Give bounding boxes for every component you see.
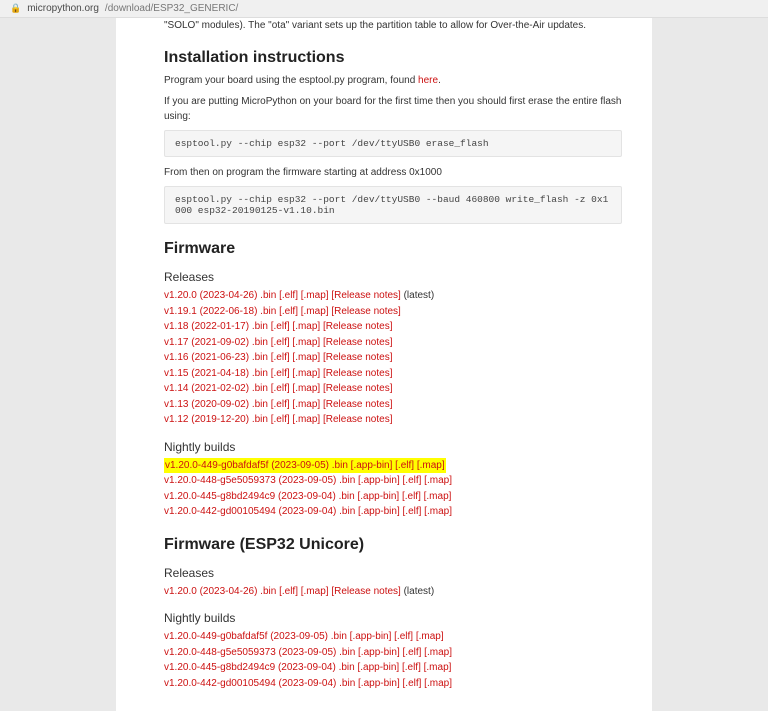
firmware-unicore-nightly-list: v1.20.0-449-g0bafdaf5f (2023-09-05) .bin… bbox=[164, 629, 622, 691]
release-notes-link[interactable]: [Release notes] bbox=[331, 306, 401, 317]
release-line: v1.19.1 (2022-06-18) .bin [.elf] [.map] … bbox=[164, 304, 622, 320]
nightly-line: v1.20.0-442-gd00105494 (2023-09-04) .bin… bbox=[164, 504, 622, 520]
release-line: v1.20.0 (2023-04-26) .bin [.elf] [.map] … bbox=[164, 584, 622, 600]
release-line: v1.14 (2021-02-02) .bin [.elf] [.map] [R… bbox=[164, 381, 622, 397]
release-bin-link[interactable]: v1.20.0 (2023-04-26) .bin bbox=[164, 586, 276, 597]
erase-flash-cmd: esptool.py --chip esp32 --port /dev/ttyU… bbox=[164, 130, 622, 157]
release-bin-link[interactable]: v1.14 (2021-02-02) .bin bbox=[164, 383, 268, 394]
releases-label: Releases bbox=[164, 270, 622, 284]
release-extra-links[interactable]: [.elf] [.map] bbox=[268, 352, 323, 363]
nightly-line: v1.20.0-448-g5e5059373 (2023-09-05) .bin… bbox=[164, 645, 622, 661]
release-line: v1.18 (2022-01-17) .bin [.elf] [.map] [R… bbox=[164, 319, 622, 335]
nightly-line: v1.20.0-445-g8bd2494c9 (2023-09-04) .bin… bbox=[164, 660, 622, 676]
release-extra-links[interactable]: [.elf] [.map] bbox=[276, 306, 331, 317]
firmware-heading: Firmware bbox=[164, 240, 622, 258]
install-heading: Installation instructions bbox=[164, 49, 622, 67]
nightly-label-unicore: Nightly builds bbox=[164, 611, 622, 625]
nightly-line: v1.20.0-445-g8bd2494c9 (2023-09-04) .bin… bbox=[164, 489, 622, 505]
release-bin-link[interactable]: v1.17 (2021-09-02) .bin bbox=[164, 337, 268, 348]
release-notes-link[interactable]: [Release notes] bbox=[323, 321, 393, 332]
here-link[interactable]: here bbox=[418, 75, 438, 86]
nightly-label: Nightly builds bbox=[164, 440, 622, 454]
content: "SOLO" modules). The "ota" variant sets … bbox=[136, 18, 632, 691]
release-extra-links[interactable]: [.elf] [.map] bbox=[268, 383, 323, 394]
release-line: v1.20.0 (2023-04-26) .bin [.elf] [.map] … bbox=[164, 288, 622, 304]
nightly-line: v1.20.0-449-g0bafdaf5f (2023-09-05) .bin… bbox=[164, 629, 622, 645]
nightly-link[interactable]: v1.20.0-448-g5e5059373 (2023-09-05) .bin… bbox=[164, 647, 452, 658]
release-notes-link[interactable]: [Release notes] bbox=[323, 383, 393, 394]
release-notes-link[interactable]: [Release notes] bbox=[323, 414, 393, 425]
install-line1-post: . bbox=[438, 75, 441, 86]
nightly-link[interactable]: v1.20.0-442-gd00105494 (2023-09-04) .bin… bbox=[164, 678, 452, 689]
lock-icon: 🔒 bbox=[10, 3, 21, 14]
install-line2: If you are putting MicroPython on your b… bbox=[164, 94, 622, 124]
nightly-link[interactable]: v1.20.0-449-g0bafdaf5f (2023-09-05) .bin… bbox=[165, 460, 445, 471]
release-extra-links[interactable]: [.elf] [.map] bbox=[268, 414, 323, 425]
release-line: v1.15 (2021-04-18) .bin [.elf] [.map] [R… bbox=[164, 366, 622, 382]
intro-tail: "SOLO" modules). The "ota" variant sets … bbox=[164, 18, 622, 33]
release-extra-links[interactable]: [.elf] [.map] bbox=[276, 586, 331, 597]
release-notes-link[interactable]: [Release notes] bbox=[323, 352, 393, 363]
nightly-link[interactable]: v1.20.0-449-g0bafdaf5f (2023-09-05) .bin… bbox=[164, 631, 444, 642]
firmware-unicore-heading: Firmware (ESP32 Unicore) bbox=[164, 536, 622, 554]
release-bin-link[interactable]: v1.13 (2020-09-02) .bin bbox=[164, 399, 268, 410]
release-line: v1.13 (2020-09-02) .bin [.elf] [.map] [R… bbox=[164, 397, 622, 413]
page-container: "SOLO" modules). The "ota" variant sets … bbox=[116, 18, 652, 711]
release-bin-link[interactable]: v1.15 (2021-04-18) .bin bbox=[164, 368, 268, 379]
release-line: v1.17 (2021-09-02) .bin [.elf] [.map] [R… bbox=[164, 335, 622, 351]
nightly-line: v1.20.0-448-g5e5059373 (2023-09-05) .bin… bbox=[164, 473, 622, 489]
release-bin-link[interactable]: v1.18 (2022-01-17) .bin bbox=[164, 321, 268, 332]
url-bar: 🔒 micropython.org/download/ESP32_GENERIC… bbox=[0, 0, 768, 18]
release-extra-links[interactable]: [.elf] [.map] bbox=[268, 368, 323, 379]
release-line: v1.16 (2021-06-23) .bin [.elf] [.map] [R… bbox=[164, 350, 622, 366]
release-extra-links[interactable]: [.elf] [.map] bbox=[268, 337, 323, 348]
firmware-releases-list: v1.20.0 (2023-04-26) .bin [.elf] [.map] … bbox=[164, 288, 622, 428]
release-bin-link[interactable]: v1.12 (2019-12-20) .bin bbox=[164, 414, 268, 425]
nightly-link[interactable]: v1.20.0-445-g8bd2494c9 (2023-09-04) .bin… bbox=[164, 491, 451, 502]
latest-badge: (latest) bbox=[401, 586, 434, 597]
write-flash-cmd: esptool.py --chip esp32 --port /dev/ttyU… bbox=[164, 186, 622, 224]
release-notes-link[interactable]: [Release notes] bbox=[331, 290, 401, 301]
nightly-link[interactable]: v1.20.0-448-g5e5059373 (2023-09-05) .bin… bbox=[164, 475, 452, 486]
latest-badge: (latest) bbox=[401, 290, 434, 301]
release-extra-links[interactable]: [.elf] [.map] bbox=[268, 321, 323, 332]
release-bin-link[interactable]: v1.16 (2021-06-23) .bin bbox=[164, 352, 268, 363]
firmware-unicore-releases-list: v1.20.0 (2023-04-26) .bin [.elf] [.map] … bbox=[164, 584, 622, 600]
release-extra-links[interactable]: [.elf] [.map] bbox=[276, 290, 331, 301]
nightly-link[interactable]: v1.20.0-445-g8bd2494c9 (2023-09-04) .bin… bbox=[164, 662, 451, 673]
release-notes-link[interactable]: [Release notes] bbox=[323, 368, 393, 379]
firmware-nightly-list: v1.20.0-449-g0bafdaf5f (2023-09-05) .bin… bbox=[164, 458, 622, 520]
install-line1: Program your board using the esptool.py … bbox=[164, 73, 622, 88]
release-bin-link[interactable]: v1.20.0 (2023-04-26) .bin bbox=[164, 290, 276, 301]
nightly-link[interactable]: v1.20.0-442-gd00105494 (2023-09-04) .bin… bbox=[164, 506, 452, 517]
install-line3: From then on program the firmware starti… bbox=[164, 165, 622, 180]
releases-label-unicore: Releases bbox=[164, 566, 622, 580]
release-notes-link[interactable]: [Release notes] bbox=[323, 399, 393, 410]
nightly-line: v1.20.0-449-g0bafdaf5f (2023-09-05) .bin… bbox=[164, 458, 622, 474]
url-path: /download/ESP32_GENERIC/ bbox=[105, 3, 238, 14]
release-notes-link[interactable]: [Release notes] bbox=[331, 586, 401, 597]
release-extra-links[interactable]: [.elf] [.map] bbox=[268, 399, 323, 410]
url-host: micropython.org bbox=[27, 3, 99, 14]
highlighted-nightly: v1.20.0-449-g0bafdaf5f (2023-09-05) .bin… bbox=[164, 458, 446, 474]
install-line1-pre: Program your board using the esptool.py … bbox=[164, 75, 418, 86]
nightly-line: v1.20.0-442-gd00105494 (2023-09-04) .bin… bbox=[164, 676, 622, 692]
release-bin-link[interactable]: v1.19.1 (2022-06-18) .bin bbox=[164, 306, 276, 317]
release-line: v1.12 (2019-12-20) .bin [.elf] [.map] [R… bbox=[164, 412, 622, 428]
release-notes-link[interactable]: [Release notes] bbox=[323, 337, 393, 348]
